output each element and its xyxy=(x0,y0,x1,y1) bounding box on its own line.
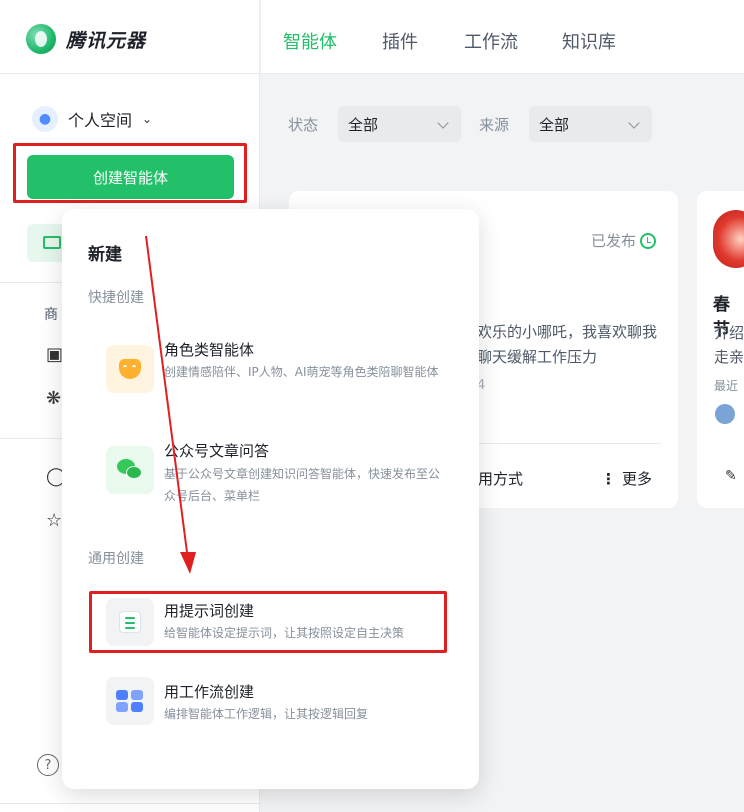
annotation-arrow xyxy=(145,235,196,574)
